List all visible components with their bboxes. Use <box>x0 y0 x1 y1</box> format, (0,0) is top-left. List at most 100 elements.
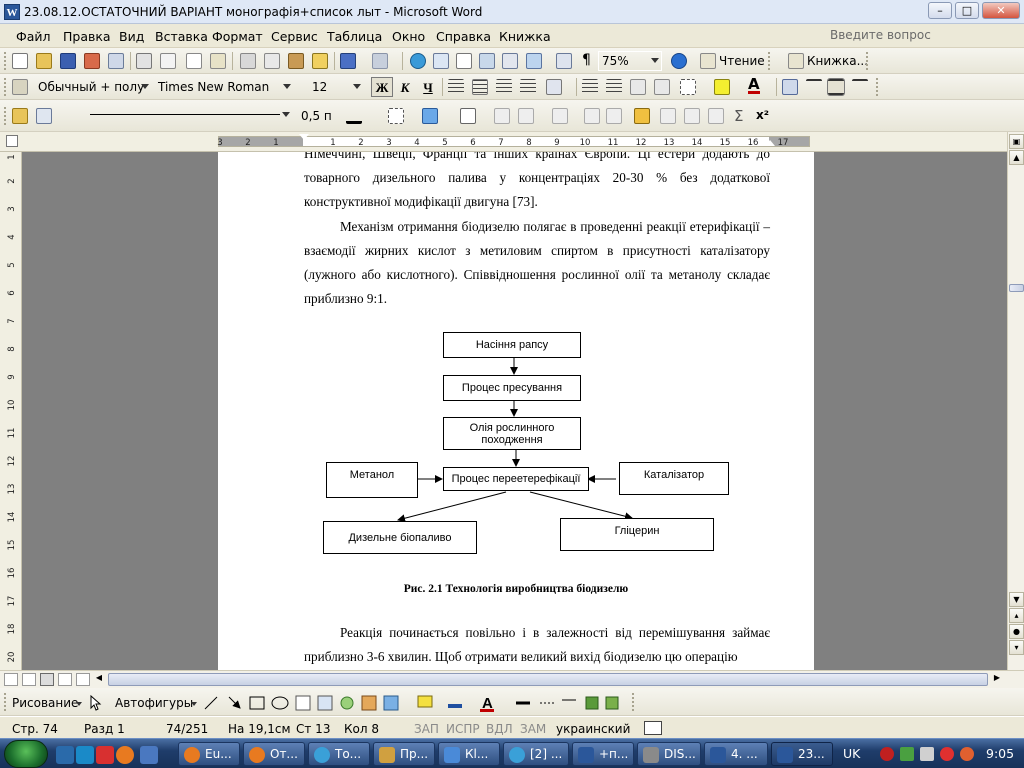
chevron-down-icon[interactable] <box>282 112 290 117</box>
menu-view[interactable]: Вид <box>119 29 144 44</box>
align-cell-icon[interactable] <box>552 108 568 124</box>
read-mode-button[interactable]: Чтение <box>719 54 765 68</box>
vertical-scrollbar[interactable]: ▣ ▲ ▼ ▴ ● ▾ <box>1007 132 1024 670</box>
first-line-indent-marker[interactable] <box>299 134 309 140</box>
toolbar-grip[interactable] <box>866 52 869 70</box>
align-left-icon[interactable] <box>448 79 464 95</box>
diagram-icon[interactable] <box>340 696 354 710</box>
task-button[interactable]: От... <box>243 742 305 766</box>
double-line-icon[interactable] <box>827 78 845 96</box>
help-icon[interactable] <box>671 53 687 69</box>
autosum-icon[interactable]: Σ <box>734 107 743 125</box>
help-question-input[interactable]: Введите вопрос <box>828 28 1024 45</box>
save-icon[interactable] <box>60 53 76 69</box>
print-layout-icon[interactable] <box>40 673 54 686</box>
status-page[interactable]: Стр. 74 <box>12 722 58 736</box>
menu-window[interactable]: Окно <box>392 29 425 44</box>
toolbar-grip[interactable] <box>4 78 7 96</box>
shading-icon[interactable] <box>422 108 438 124</box>
copy-icon[interactable] <box>264 53 280 69</box>
show-formatting-icon[interactable]: ¶ <box>582 52 591 68</box>
open-folder-icon[interactable] <box>36 53 52 69</box>
task-button[interactable]: Eu... <box>178 742 240 766</box>
task-button[interactable]: То... <box>308 742 370 766</box>
tables-borders-icon[interactable] <box>433 53 449 69</box>
menu-file[interactable]: Файл <box>16 29 51 44</box>
network-tray-icon[interactable] <box>920 747 934 761</box>
change-direction-icon[interactable] <box>660 108 676 124</box>
scroll-up-arrow[interactable]: ▲ <box>1009 150 1024 165</box>
distribute-rows-icon[interactable] <box>584 108 600 124</box>
close-button[interactable]: ✕ <box>982 2 1020 19</box>
rectangle-tool-icon[interactable] <box>249 696 265 710</box>
toolbar-grip[interactable] <box>4 693 7 711</box>
clock[interactable]: 9:05 <box>986 746 1014 761</box>
task-button[interactable]: [2] ... <box>503 742 569 766</box>
app-tray-icon[interactable] <box>940 747 954 761</box>
line-spacing-icon[interactable] <box>546 79 562 95</box>
status-position[interactable]: На 19,1см <box>228 722 291 736</box>
outside-border-icon[interactable] <box>388 108 404 124</box>
oval-tool-icon[interactable] <box>271 696 289 710</box>
right-indent-marker[interactable] <box>765 140 775 146</box>
3d-style-icon[interactable] <box>605 696 619 710</box>
wordart-icon[interactable] <box>317 695 333 711</box>
next-page-icon[interactable]: ▾ <box>1009 640 1024 655</box>
start-button[interactable] <box>4 740 48 768</box>
autoformat-icon[interactable] <box>634 108 650 124</box>
outline-view-icon[interactable] <box>58 673 72 686</box>
new-doc-icon[interactable] <box>12 53 28 69</box>
font-size-select[interactable]: 12 <box>308 77 364 97</box>
scroll-right-arrow[interactable]: ▶ <box>990 673 1004 687</box>
research-icon[interactable] <box>210 53 226 69</box>
paste-icon[interactable] <box>288 53 304 69</box>
scroll-down-arrow[interactable]: ▼ <box>1009 592 1024 607</box>
borders-icon[interactable] <box>680 79 696 95</box>
draw-table-icon[interactable] <box>12 108 28 124</box>
status-page-count[interactable]: 74/251 <box>166 722 208 736</box>
print-icon[interactable] <box>108 53 124 69</box>
spelling-icon[interactable] <box>186 53 202 69</box>
firefox-quicklaunch-icon[interactable] <box>116 746 134 764</box>
line-style-icon-2[interactable] <box>852 79 868 95</box>
eraser-icon[interactable] <box>36 108 52 124</box>
textbox-tool-icon[interactable] <box>295 695 311 711</box>
status-track-changes[interactable]: ИСПР <box>446 722 480 736</box>
bold-button[interactable]: Ж <box>371 77 393 97</box>
scroll-thumb[interactable] <box>1009 284 1024 292</box>
select-pointer-icon[interactable] <box>88 694 104 711</box>
line-color-icon[interactable] <box>448 704 462 708</box>
task-button-active[interactable]: 23... <box>771 742 833 766</box>
autoshapes-button[interactable]: Автофигуры <box>115 696 193 710</box>
menu-help[interactable]: Справка <box>436 29 491 44</box>
split-cells-icon[interactable] <box>518 108 534 124</box>
align-right-icon[interactable] <box>496 79 512 95</box>
task-button[interactable]: 4. ... <box>704 742 768 766</box>
shadow-style-icon[interactable] <box>585 696 599 710</box>
task-button[interactable]: Кl... <box>438 742 500 766</box>
picture-icon[interactable] <box>383 695 399 711</box>
antivirus-tray-icon[interactable] <box>880 747 894 761</box>
format-painter-icon[interactable] <box>312 53 328 69</box>
normal-view-icon[interactable] <box>4 673 18 686</box>
distribute-columns-icon[interactable] <box>606 108 622 124</box>
status-section[interactable]: Разд 1 <box>84 722 125 736</box>
task-button[interactable]: +п... <box>572 742 634 766</box>
print-preview-icon[interactable] <box>136 53 152 69</box>
scroll-left-arrow[interactable]: ◀ <box>92 673 106 687</box>
underline-button[interactable]: Ч <box>417 77 439 97</box>
line-style-icon[interactable] <box>806 79 822 95</box>
ruler-scale[interactable]: 3 2 1 1 2 3 4 5 6 7 8 9 10 11 12 13 14 1… <box>217 134 810 148</box>
reading-view-icon[interactable] <box>76 673 90 686</box>
increase-indent-icon[interactable] <box>654 79 670 95</box>
undo-icon[interactable] <box>340 53 356 69</box>
status-language[interactable]: украинский <box>556 722 630 736</box>
justify-icon[interactable] <box>520 79 536 95</box>
status-overtype[interactable]: ЗАМ <box>520 722 546 736</box>
cut-icon[interactable] <box>240 53 256 69</box>
read-mode-icon[interactable] <box>700 53 716 69</box>
border-color-icon[interactable] <box>346 108 362 124</box>
menu-edit[interactable]: Правка <box>63 29 111 44</box>
search-icon[interactable] <box>160 53 176 69</box>
language-indicator[interactable]: UK <box>843 746 860 761</box>
